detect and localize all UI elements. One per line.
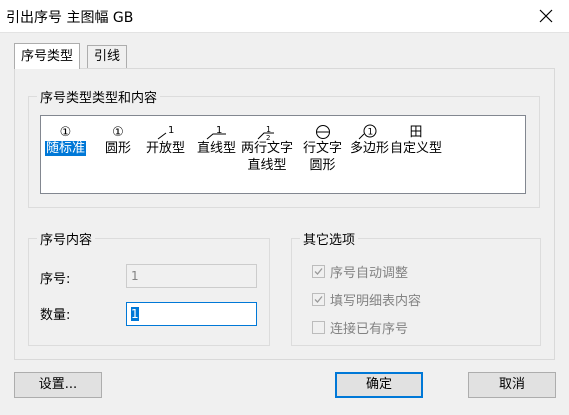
type-list[interactable]: ① 随标准 ① 圆形 1 开放型 1 直线型 1 2 两行文字 直线型 行文字 … <box>40 115 526 194</box>
type-label-two-line-2: 直线型 <box>247 158 287 173</box>
circle-number-icon: ① <box>112 125 124 140</box>
option-fill-bom-label: 填写明细表内容 <box>330 294 422 309</box>
polygon-number-icon: 1 <box>358 124 376 140</box>
svg-text:1: 1 <box>367 128 373 138</box>
type-item-open[interactable]: 1 开放型 <box>146 124 185 157</box>
type-item-two-line-circle[interactable]: 行文字 圆形 <box>303 124 342 174</box>
window-title: 引出序号 主图幅 GB <box>6 10 134 26</box>
svg-text:2: 2 <box>266 134 270 140</box>
quantity-value: 1 <box>131 307 139 321</box>
tab-leader[interactable]: 引线 <box>87 45 128 68</box>
title-bar: 引出序号 主图幅 GB <box>0 0 569 32</box>
two-line-circle-icon <box>315 125 330 139</box>
quantity-label: 数量: <box>40 308 71 323</box>
svg-text:1: 1 <box>266 125 271 134</box>
close-button[interactable] <box>531 2 561 30</box>
type-group-label: 序号类型类型和内容 <box>37 87 161 106</box>
option-connect-existing[interactable]: 连接已有序号 <box>312 318 408 337</box>
type-label-two-line-circle: 行文字 <box>303 141 343 156</box>
type-label-two-line: 两行文字 <box>241 141 294 156</box>
type-label-line: 直线型 <box>197 141 237 156</box>
serial-field[interactable]: 1 <box>126 264 257 288</box>
quantity-field[interactable]: 1 <box>126 302 257 326</box>
settings-button[interactable]: 设置... <box>14 372 102 398</box>
type-label-polygon: 多边形 <box>350 141 390 156</box>
type-label-standard: 随标准 <box>45 141 87 156</box>
two-line-leader-icon: 1 2 <box>257 125 274 140</box>
options-group-label: 其它选项 <box>300 229 359 248</box>
cancel-button[interactable]: 取消 <box>468 372 556 398</box>
checkbox-checked-icon <box>312 293 325 306</box>
underline-leader-icon: 1 <box>206 125 226 140</box>
type-item-line[interactable]: 1 直线型 <box>197 124 236 157</box>
type-label-two-line-circle-2: 圆形 <box>309 158 336 173</box>
option-fill-bom[interactable]: 填写明细表内容 <box>312 290 421 309</box>
type-label-circle: 圆形 <box>105 141 132 156</box>
svg-text:1: 1 <box>168 125 174 136</box>
option-connect-existing-label: 连接已有序号 <box>330 322 409 337</box>
type-label-open: 开放型 <box>146 141 186 156</box>
content-group-label: 序号内容 <box>37 229 96 248</box>
type-item-custom[interactable]: 田 自定义型 <box>390 124 442 157</box>
type-item-two-line[interactable]: 1 2 两行文字 直线型 <box>241 124 293 174</box>
circle-number-icon: ① <box>59 125 72 140</box>
option-auto-adjust-label: 序号自动调整 <box>330 266 409 281</box>
type-item-circle[interactable]: ① 圆形 <box>105 124 131 157</box>
serial-label: 序号: <box>40 272 71 287</box>
close-icon <box>539 9 553 23</box>
type-item-standard[interactable]: ① 随标准 <box>45 124 87 157</box>
svg-text:1: 1 <box>216 125 222 136</box>
type-label-custom: 自定义型 <box>390 141 443 156</box>
checkbox-empty-icon <box>312 321 325 334</box>
type-item-polygon[interactable]: 1 多边形 <box>350 124 389 157</box>
ok-button[interactable]: 确定 <box>335 372 423 398</box>
tab-serial-type[interactable]: 序号类型 <box>14 43 81 69</box>
checkbox-checked-icon <box>312 265 325 278</box>
custom-table-icon: 田 <box>409 125 423 140</box>
option-auto-adjust[interactable]: 序号自动调整 <box>312 262 408 281</box>
content-group: 序号内容 <box>28 229 270 346</box>
open-leader-icon: 1 <box>157 125 174 140</box>
